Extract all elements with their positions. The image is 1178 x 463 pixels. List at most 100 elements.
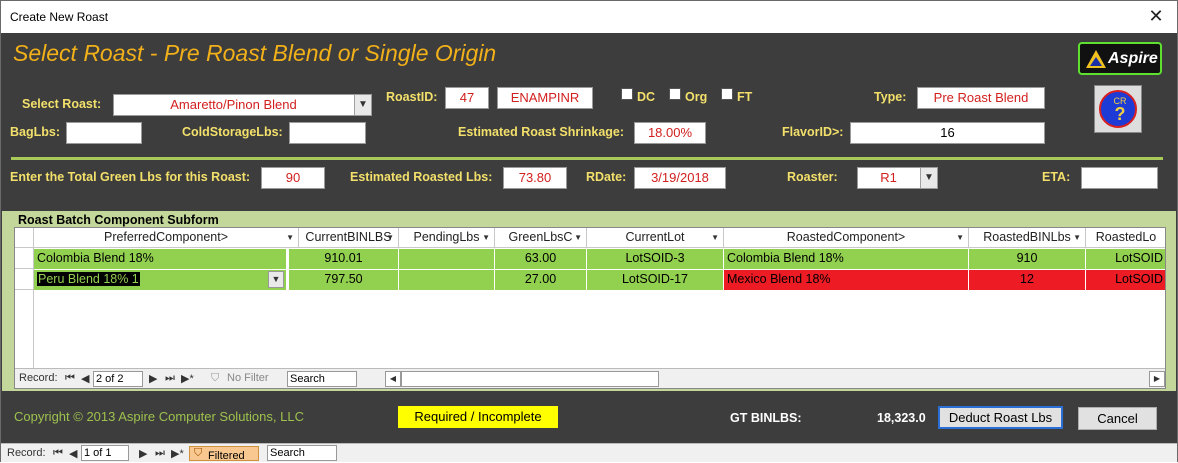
record-selector[interactable] <box>15 248 34 269</box>
dc-label: DC <box>637 90 656 104</box>
next-record-icon[interactable]: ▶ <box>149 372 157 385</box>
roast-batch-subform: Roast Batch Component Subform PreferredC… <box>2 211 1176 391</box>
record-selector[interactable] <box>15 269 34 290</box>
column-header[interactable]: RoastedLo <box>1086 228 1165 248</box>
column-header[interactable]: PreferredComponent> ▼ <box>34 228 299 248</box>
table-cell[interactable]: 12 <box>969 270 1086 290</box>
subform-caption: Roast Batch Component Subform <box>18 213 219 227</box>
roast-id-field[interactable]: 47 <box>445 87 489 109</box>
last-record-icon[interactable]: ⏭ <box>165 372 175 385</box>
roaster-label: Roaster: <box>787 170 838 184</box>
cancel-button[interactable]: Cancel <box>1078 407 1157 430</box>
table-cell[interactable]: 27.00 <box>495 270 587 290</box>
filtered-toggle[interactable]: ⛉ Filtered <box>189 446 259 462</box>
select-all-cell[interactable] <box>15 228 34 248</box>
chevron-down-icon[interactable]: ▼ <box>574 228 582 247</box>
subform-record-navigator: Record: ⏮ ◀ 2 of 2 ▶ ⏭ ▶* ⛉ No Filter Se… <box>15 368 1165 388</box>
chevron-down-icon[interactable]: ▼ <box>711 228 719 247</box>
window-title: Create New Roast <box>10 10 109 24</box>
green-lbs-field[interactable]: 90 <box>261 167 325 189</box>
shrinkage-field[interactable]: 18.00% <box>634 122 706 144</box>
dc-checkbox[interactable] <box>621 88 633 100</box>
chevron-down-icon[interactable]: ▼ <box>482 228 490 247</box>
type-field[interactable]: Pre Roast Blend <box>917 87 1045 109</box>
help-icon: CR ? <box>1099 90 1137 128</box>
table-cell[interactable]: Peru Blend 18% 1 ▼ <box>34 270 287 290</box>
deduct-roast-lbs-button[interactable]: Deduct Roast Lbs <box>938 406 1063 429</box>
chevron-down-icon[interactable]: ▼ <box>956 228 964 247</box>
type-label: Type: <box>874 90 907 104</box>
next-record-icon[interactable]: ▶ <box>139 447 147 460</box>
component-grid: PreferredComponent> ▼ CurrentBINLBS ▼ Pend… <box>14 227 1166 389</box>
main-record-navigator: Record: ⏮ ◀ 1 of 1 ▶ ⏭ ▶* ⛉ Filtered Sea… <box>1 443 1177 462</box>
roaster-dropdown[interactable]: R1 ▼ <box>857 167 938 189</box>
eta-field[interactable] <box>1081 167 1158 189</box>
table-cell[interactable]: Mexico Blend 18% <box>724 270 969 290</box>
horizontal-scrollbar[interactable] <box>401 371 659 387</box>
record-position-input[interactable]: 1 of 1 <box>81 445 129 461</box>
scroll-right-icon[interactable]: ▶ <box>1149 371 1165 387</box>
new-record-icon[interactable]: ▶* <box>181 372 194 385</box>
chevron-down-icon[interactable]: ▼ <box>920 168 937 188</box>
column-header[interactable]: RoastedBINLbs ▼ <box>969 228 1086 248</box>
table-cell[interactable]: 910 <box>969 249 1086 269</box>
cold-storage-field[interactable] <box>289 122 366 144</box>
table-cell[interactable]: 910.01 <box>289 249 399 269</box>
rdate-field[interactable]: 3/19/2018 <box>634 167 726 189</box>
record-position-input[interactable]: 2 of 2 <box>93 371 143 387</box>
ft-checkbox[interactable] <box>721 88 733 100</box>
last-record-icon[interactable]: ⏭ <box>155 447 165 460</box>
roasted-lbs-label: Estimated Roasted Lbs: <box>350 170 493 184</box>
table-cell[interactable]: 63.00 <box>495 249 587 269</box>
gt-binlbs-label: GT BINLBS: <box>730 411 802 425</box>
table-cell[interactable]: Colombia Blend 18% <box>34 249 287 269</box>
table-cell[interactable]: 797.50 <box>289 270 399 290</box>
table-cell[interactable] <box>399 270 495 290</box>
new-record-icon[interactable]: ▶* <box>171 447 184 460</box>
search-input[interactable]: Search <box>267 445 337 461</box>
chevron-down-icon[interactable]: ▼ <box>268 271 284 288</box>
new-record-selector[interactable] <box>15 290 34 368</box>
first-record-icon[interactable]: ⏮ <box>53 447 63 460</box>
create-new-roast-window: Create New Roast ✕ Select Roast - Pre Ro… <box>0 0 1178 462</box>
table-cell[interactable]: LotSOID-3 <box>587 249 724 269</box>
no-filter-label[interactable]: No Filter <box>227 372 269 384</box>
chevron-down-icon[interactable]: ▼ <box>286 228 294 247</box>
column-header[interactable]: RoastedComponent> ▼ <box>724 228 969 248</box>
help-button[interactable]: CR ? <box>1094 85 1142 133</box>
gt-binlbs-value: 18,323.0 <box>877 411 926 425</box>
search-input[interactable]: Search <box>287 371 357 387</box>
first-record-icon[interactable]: ⏮ <box>65 372 75 385</box>
select-roast-dropdown[interactable]: Amaretto/Pinon Blend ▼ <box>113 94 372 116</box>
column-header[interactable]: CurrentLot ▼ <box>587 228 724 248</box>
column-header[interactable]: PendingLbs ▼ <box>399 228 495 248</box>
org-checkbox[interactable] <box>669 88 681 100</box>
filter-icon[interactable]: ⛉ <box>211 372 219 385</box>
prev-record-icon[interactable]: ◀ <box>81 372 89 385</box>
close-icon[interactable]: ✕ <box>1141 5 1171 29</box>
chevron-down-icon[interactable]: ▼ <box>354 95 371 115</box>
table-cell[interactable] <box>399 249 495 269</box>
flavor-id-field[interactable]: 16 <box>850 122 1045 144</box>
title-bar: Create New Roast ✕ <box>1 1 1177 33</box>
roast-code-field[interactable]: ENAMPINR <box>497 87 593 109</box>
table-cell[interactable]: LotSOID-17 <box>587 270 724 290</box>
table-cell[interactable]: LotSOID <box>1086 270 1165 290</box>
record-label: Record: <box>19 372 58 384</box>
section-divider <box>11 157 1163 160</box>
chevron-down-icon[interactable]: ▼ <box>386 228 394 247</box>
scroll-left-icon[interactable]: ◀ <box>385 371 401 387</box>
baglbs-label: BagLbs: <box>10 125 60 139</box>
roast-form: Select Roast - Pre Roast Blend or Single… <box>1 33 1177 443</box>
roasted-lbs-field[interactable]: 73.80 <box>503 167 567 189</box>
table-cell[interactable]: Colombia Blend 18% <box>724 249 969 269</box>
prev-record-icon[interactable]: ◀ <box>69 447 77 460</box>
baglbs-field[interactable] <box>66 122 142 144</box>
column-header[interactable]: CurrentBINLBS ▼ <box>299 228 399 248</box>
filter-icon: ⛉ <box>194 447 203 459</box>
ft-label: FT <box>737 90 753 104</box>
page-title: Select Roast - Pre Roast Blend or Single… <box>13 40 497 66</box>
table-cell[interactable]: LotSOID <box>1086 249 1165 269</box>
chevron-down-icon[interactable]: ▼ <box>1073 228 1081 247</box>
column-header[interactable]: GreenLbsC ▼ <box>495 228 587 248</box>
